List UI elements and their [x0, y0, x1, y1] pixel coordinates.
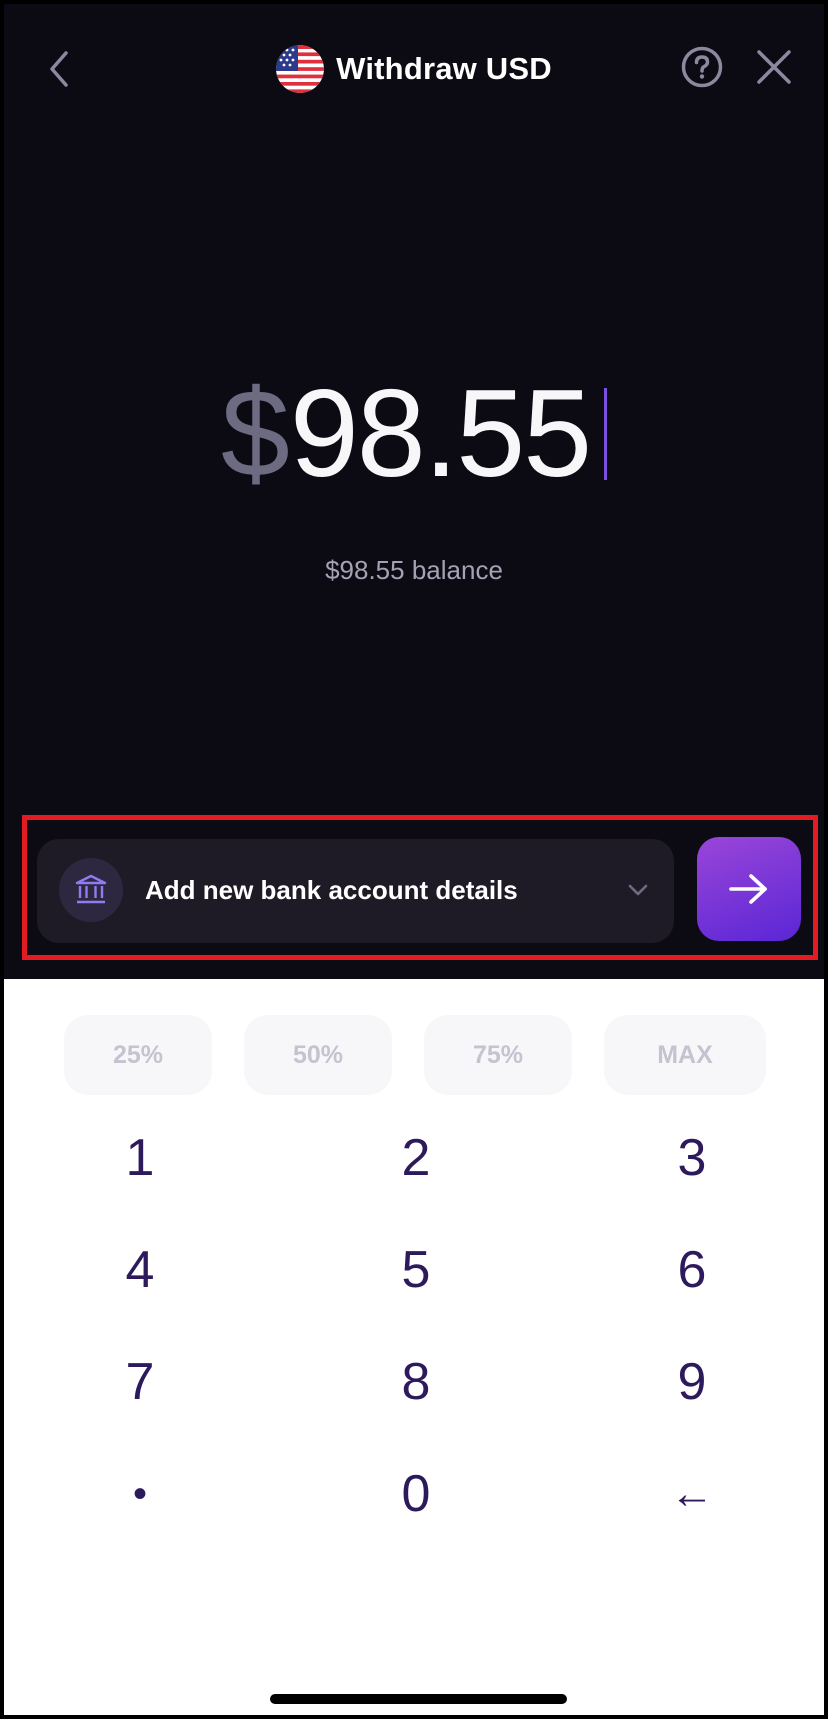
bank-icon	[59, 858, 123, 922]
key-5[interactable]: 5	[346, 1220, 486, 1320]
bank-selector-highlight: Add new bank account details	[22, 815, 818, 960]
continue-button[interactable]	[697, 837, 801, 941]
key-8[interactable]: 8	[346, 1332, 486, 1432]
header: Withdraw USD	[4, 34, 824, 104]
max-button[interactable]: MAX	[604, 1015, 766, 1095]
key-1[interactable]: 1	[70, 1108, 210, 1208]
amount-value: 98.55	[289, 365, 592, 503]
key-4[interactable]: 4	[70, 1220, 210, 1320]
key-7[interactable]: 7	[70, 1332, 210, 1432]
withdraw-screen: Withdraw USD $ 98.55 $98.55 balance Add …	[4, 4, 824, 979]
currency-symbol: $	[220, 365, 290, 503]
key-3[interactable]: 3	[622, 1108, 762, 1208]
app-frame: Withdraw USD $ 98.55 $98.55 balance Add …	[0, 0, 828, 1719]
percent-25-button[interactable]: 25%	[64, 1015, 212, 1095]
key-6[interactable]: 6	[622, 1220, 762, 1320]
key-9[interactable]: 9	[622, 1332, 762, 1432]
page-title: Withdraw USD	[336, 51, 552, 86]
text-caret	[604, 388, 608, 480]
question-circle-icon	[681, 46, 723, 88]
balance-text: $98.55 balance	[325, 555, 503, 585]
bank-account-dropdown[interactable]: Add new bank account details	[37, 839, 674, 943]
keypad-panel: 25% 50% 75% MAX 1 2 3 4 5 6 7 8 9 • 0 ←	[4, 979, 824, 1715]
home-indicator	[270, 1694, 567, 1704]
close-button[interactable]	[749, 42, 799, 92]
percent-75-button[interactable]: 75%	[424, 1015, 572, 1095]
amount-input[interactable]: $ 98.55	[4, 369, 824, 499]
us-flag-icon	[276, 45, 325, 93]
key-0[interactable]: 0	[346, 1444, 486, 1544]
key-2[interactable]: 2	[346, 1108, 486, 1208]
chevron-down-icon	[628, 884, 648, 896]
backspace-key[interactable]: ←	[622, 1444, 762, 1544]
bank-selector-label: Add new bank account details	[145, 875, 518, 905]
arrow-right-icon	[729, 874, 767, 904]
key-decimal[interactable]: •	[70, 1444, 210, 1544]
percent-50-button[interactable]: 50%	[244, 1015, 392, 1095]
help-button[interactable]	[677, 42, 727, 92]
close-icon	[757, 50, 791, 84]
percent-buttons: 25% 50% 75% MAX	[4, 1015, 824, 1095]
